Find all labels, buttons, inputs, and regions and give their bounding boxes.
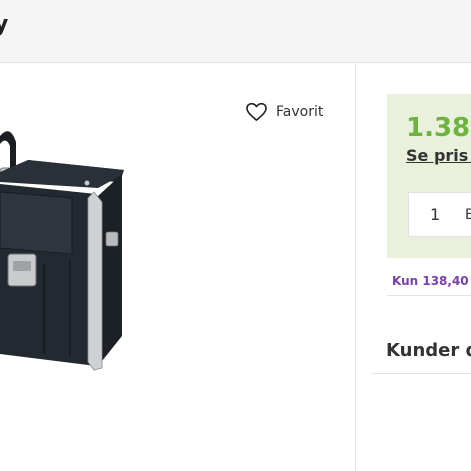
product-image[interactable] [0, 64, 150, 384]
quantity-unit-label: E [465, 207, 471, 223]
see-price-link[interactable]: Se pris u [406, 146, 471, 165]
reviews-heading: Kunder de [386, 340, 471, 361]
page-title: y [0, 12, 9, 37]
heart-icon [246, 102, 267, 121]
product-page: y Favorit 1.384 Se pris u [0, 0, 471, 471]
top-bar: y [0, 0, 471, 63]
favorite-button[interactable]: Favorit [245, 102, 323, 122]
divider [387, 295, 471, 296]
price-value: 1.384 [406, 113, 471, 143]
quantity-value[interactable]: 1 [430, 205, 440, 224]
favorite-label: Favorit [276, 104, 324, 120]
divider [372, 373, 471, 374]
promo-text[interactable]: Kun 138,40 kr. [392, 274, 471, 288]
